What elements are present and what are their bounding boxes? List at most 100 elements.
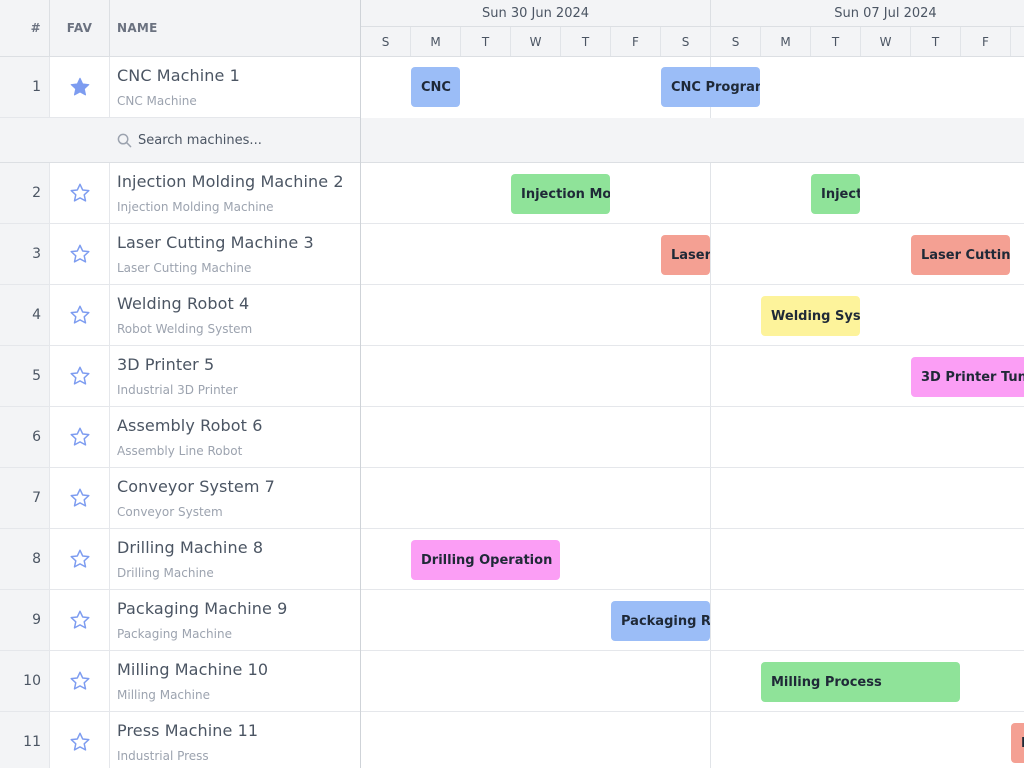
favorite-toggle[interactable]	[50, 346, 110, 406]
week-divider	[710, 57, 711, 768]
star-outline-icon[interactable]	[69, 487, 91, 509]
star-filled-icon[interactable]	[69, 76, 91, 98]
favorite-toggle[interactable]	[50, 285, 110, 345]
star-outline-icon[interactable]	[69, 670, 91, 692]
table-row[interactable]: 7 Conveyor System 7 Conveyor System	[0, 468, 360, 529]
table-row[interactable]: 4 Welding Robot 4 Robot Welding System	[0, 285, 360, 346]
machine-name: Conveyor System 7	[117, 477, 275, 496]
day-header: T	[911, 27, 961, 56]
machine-type: Industrial Press	[117, 749, 209, 763]
week-header: Sun 07 Jul 2024	[711, 0, 1024, 27]
star-outline-icon[interactable]	[69, 182, 91, 204]
week-header: Sun 30 Jun 2024	[361, 0, 711, 27]
task-bar[interactable]: 3D Printer Tuning	[911, 357, 1024, 397]
row-number: 6	[0, 407, 50, 467]
pane-divider	[360, 118, 361, 163]
star-outline-icon[interactable]	[69, 731, 91, 753]
machine-type: Assembly Line Robot	[117, 444, 243, 458]
star-outline-icon[interactable]	[69, 426, 91, 448]
column-header-favorite[interactable]: FAV	[50, 0, 110, 56]
task-bar[interactable]: Inject	[811, 174, 860, 214]
table-row[interactable]: 5 3D Printer 5 Industrial 3D Printer	[0, 346, 360, 407]
row-divider	[361, 589, 1024, 590]
task-bar[interactable]: P	[1011, 723, 1024, 763]
schedule-timeline[interactable]: Sun 30 Jun 2024 Sun 07 Jul 2024 S M T W …	[361, 0, 1024, 768]
machine-grid: # FAV NAME 1 CNC Machine 1 CNC Machine 2…	[0, 0, 361, 768]
task-label: Drilling Operation	[421, 552, 553, 568]
row-divider	[361, 711, 1024, 712]
row-divider	[361, 223, 1024, 224]
row-divider	[361, 528, 1024, 529]
task-label: CNC Program	[671, 79, 760, 95]
favorite-toggle[interactable]	[50, 224, 110, 284]
table-row[interactable]: 10 Milling Machine 10 Milling Machine	[0, 651, 360, 712]
machine-type: Milling Machine	[117, 688, 210, 702]
favorite-toggle[interactable]	[50, 468, 110, 528]
grid-header: # FAV NAME	[0, 0, 360, 57]
task-bar[interactable]: Injection Mol	[511, 174, 610, 214]
machine-name: Packaging Machine 9	[117, 599, 288, 618]
star-outline-icon[interactable]	[69, 365, 91, 387]
favorite-toggle[interactable]	[50, 407, 110, 467]
table-row[interactable]: 1 CNC Machine 1 CNC Machine	[0, 57, 360, 118]
star-outline-icon[interactable]	[69, 304, 91, 326]
search-row	[0, 118, 1024, 163]
table-row[interactable]: 6 Assembly Robot 6 Assembly Line Robot	[0, 407, 360, 468]
task-bar[interactable]: Drilling Operation	[411, 540, 560, 580]
task-label: 3D Printer Tuning	[921, 369, 1024, 385]
task-bar[interactable]: Milling Process	[761, 662, 960, 702]
task-bar[interactable]: Welding Syst	[761, 296, 860, 336]
favorite-toggle[interactable]	[50, 712, 110, 768]
column-header-name[interactable]: NAME	[110, 0, 360, 56]
favorite-toggle[interactable]	[50, 590, 110, 650]
table-row[interactable]: 2 Injection Molding Machine 2 Injection …	[0, 163, 360, 224]
machine-type: Packaging Machine	[117, 627, 232, 641]
row-divider	[361, 406, 1024, 407]
task-bar[interactable]: Laser Cutting	[911, 235, 1010, 275]
row-number: 1	[0, 57, 50, 117]
row-divider	[361, 345, 1024, 346]
search-input[interactable]	[138, 130, 348, 150]
machine-type: Robot Welding System	[117, 322, 253, 336]
machine-name: Welding Robot 4	[117, 294, 250, 313]
favorite-toggle[interactable]	[50, 57, 110, 117]
row-number: 11	[0, 712, 50, 768]
machine-name: Laser Cutting Machine 3	[117, 233, 314, 252]
machine-name: CNC Machine 1	[117, 66, 240, 85]
day-header: T	[461, 27, 511, 56]
task-bar[interactable]: Laser	[661, 235, 710, 275]
day-header: T	[561, 27, 611, 56]
task-label: Welding Syst	[771, 308, 860, 324]
day-header: S	[661, 27, 711, 56]
favorite-toggle[interactable]	[50, 651, 110, 711]
machine-type: Injection Molding Machine	[117, 200, 274, 214]
star-outline-icon[interactable]	[69, 548, 91, 570]
table-row[interactable]: 9 Packaging Machine 9 Packaging Machine	[0, 590, 360, 651]
star-outline-icon[interactable]	[69, 609, 91, 631]
machine-name: Press Machine 11	[117, 721, 259, 740]
machine-name: Drilling Machine 8	[117, 538, 264, 557]
task-bar[interactable]: CNC Program	[661, 67, 760, 107]
favorite-toggle[interactable]	[50, 163, 110, 223]
task-bar[interactable]: Packaging R	[611, 601, 710, 641]
day-header: W	[861, 27, 911, 56]
column-header-number[interactable]: #	[0, 0, 50, 56]
table-row[interactable]: 8 Drilling Machine 8 Drilling Machine	[0, 529, 360, 590]
table-row[interactable]: 3 Laser Cutting Machine 3 Laser Cutting …	[0, 224, 360, 285]
row-number: 4	[0, 285, 50, 345]
row-number: 2	[0, 163, 50, 223]
row-number: 8	[0, 529, 50, 589]
task-label: Laser Cutting	[921, 247, 1010, 263]
favorite-toggle[interactable]	[50, 529, 110, 589]
star-outline-icon[interactable]	[69, 243, 91, 265]
task-label: Injection Mol	[521, 186, 610, 202]
task-bar[interactable]: CNC	[411, 67, 460, 107]
row-divider	[361, 467, 1024, 468]
table-row[interactable]: 11 Press Machine 11 Industrial Press	[0, 712, 360, 768]
task-label: CNC	[421, 79, 451, 95]
machine-type: CNC Machine	[117, 94, 197, 108]
machine-name: Injection Molding Machine 2	[117, 172, 344, 191]
row-number: 5	[0, 346, 50, 406]
day-header: W	[511, 27, 561, 56]
machine-type: Drilling Machine	[117, 566, 214, 580]
